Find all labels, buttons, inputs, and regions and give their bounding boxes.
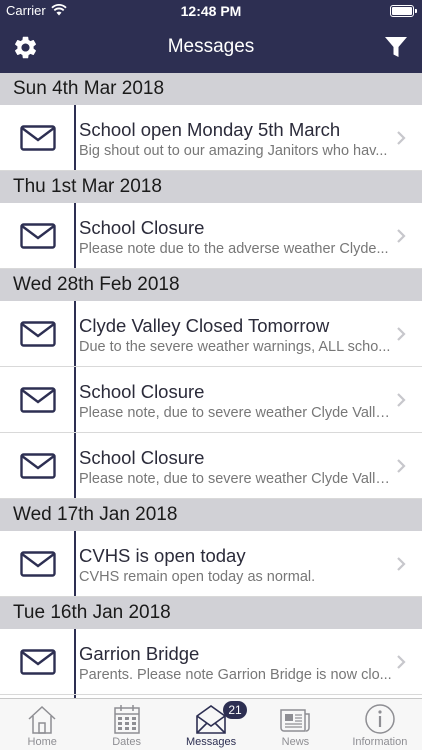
message-preview: CVHS remain open today as normal. bbox=[79, 569, 316, 585]
house-icon bbox=[28, 705, 56, 734]
message-title: School Closure bbox=[79, 217, 205, 238]
message-row[interactable]: Garrion Bridge Parents. Please note Garri… bbox=[0, 629, 422, 695]
chevron-right-icon bbox=[397, 557, 406, 571]
navigation-bar: Messages bbox=[0, 22, 422, 73]
tab-dates[interactable]: Dates bbox=[84, 699, 168, 750]
section-date-header: Tue 16th Jan 2018 bbox=[0, 597, 422, 629]
newspaper-icon bbox=[280, 709, 311, 732]
row-divider bbox=[74, 629, 76, 694]
clock: 12:48 PM bbox=[180, 3, 242, 19]
tab-bar: Home Dates 21 Messages News Information bbox=[0, 698, 422, 750]
message-title: School open Monday 5th March bbox=[79, 119, 341, 140]
row-divider bbox=[74, 301, 76, 366]
message-title: School Closure bbox=[79, 447, 205, 468]
info-icon bbox=[365, 704, 395, 734]
envelope-icon bbox=[20, 125, 56, 151]
tab-home[interactable]: Home bbox=[0, 699, 84, 750]
message-row[interactable]: CVHS is open today CVHS remain open today… bbox=[0, 531, 422, 597]
message-title: Clyde Valley Closed Tomorrow bbox=[79, 315, 330, 336]
tab-label: Home bbox=[27, 736, 57, 748]
message-preview: Please note, due to severe weather Clyde… bbox=[79, 471, 393, 487]
message-preview: Big shout out to our amazing Janitors wh… bbox=[79, 143, 388, 159]
envelope-icon bbox=[20, 551, 56, 577]
filter-icon[interactable] bbox=[384, 35, 408, 59]
message-list[interactable]: Sun 4th Mar 2018 School open Monday 5th M… bbox=[0, 73, 422, 698]
chevron-right-icon bbox=[397, 655, 406, 669]
message-row[interactable]: School Closure Please note due to the adv… bbox=[0, 203, 422, 269]
envelope-icon bbox=[20, 223, 56, 249]
message-title: CVHS is open today bbox=[79, 545, 246, 566]
message-row[interactable]: School Closure Please note, due to severe… bbox=[0, 433, 422, 499]
tab-information[interactable]: Information bbox=[338, 699, 422, 750]
section-date-header: Thu 1st Mar 2018 bbox=[0, 171, 422, 203]
envelope-icon bbox=[20, 321, 56, 347]
envelope-icon bbox=[20, 453, 56, 479]
message-title: Garrion Bridge bbox=[79, 643, 200, 664]
chevron-right-icon bbox=[397, 393, 406, 407]
tab-messages[interactable]: 21 Messages bbox=[169, 699, 253, 750]
section-date-header: Sun 4th Mar 2018 bbox=[0, 73, 422, 105]
message-preview: Please note due to the adverse weather C… bbox=[79, 241, 389, 257]
section-date-header: Wed 28th Feb 2018 bbox=[0, 269, 422, 301]
calendar-icon bbox=[113, 705, 140, 734]
chevron-right-icon bbox=[397, 459, 406, 473]
page-title: Messages bbox=[167, 36, 255, 57]
section-date-header: Wed 17th Jan 2018 bbox=[0, 499, 422, 531]
tab-label: Messages bbox=[185, 736, 237, 748]
message-preview: Parents. Please note Garrion Bridge is n… bbox=[79, 667, 392, 683]
row-divider bbox=[74, 531, 76, 596]
tab-news[interactable]: News bbox=[253, 699, 337, 750]
message-preview: Due to the severe weather warnings, ALL … bbox=[79, 339, 391, 355]
envelope-icon bbox=[20, 387, 56, 413]
tab-label: News bbox=[281, 736, 310, 748]
chevron-right-icon bbox=[397, 327, 406, 341]
row-divider bbox=[74, 105, 76, 170]
battery-icon bbox=[390, 5, 414, 17]
row-divider bbox=[74, 203, 76, 268]
message-title: School Closure bbox=[79, 381, 205, 402]
unread-badge: 21 bbox=[223, 701, 248, 719]
chevron-right-icon bbox=[397, 229, 406, 243]
status-bar: Carrier 12:48 PM bbox=[0, 0, 422, 22]
chevron-right-icon bbox=[397, 131, 406, 145]
message-row[interactable]: School open Monday 5th March Big shout ou… bbox=[0, 105, 422, 171]
message-preview: Please note, due to severe weather Clyde… bbox=[79, 405, 393, 421]
envelope-icon bbox=[20, 649, 56, 675]
tab-label: Information bbox=[352, 736, 408, 748]
message-row[interactable]: Clyde Valley Closed Tomorrow Due to the s… bbox=[0, 301, 422, 367]
message-row[interactable]: School Closure Please note, due to severe… bbox=[0, 367, 422, 433]
tab-label: Dates bbox=[112, 736, 141, 748]
row-divider bbox=[74, 367, 76, 432]
row-divider bbox=[74, 433, 76, 498]
